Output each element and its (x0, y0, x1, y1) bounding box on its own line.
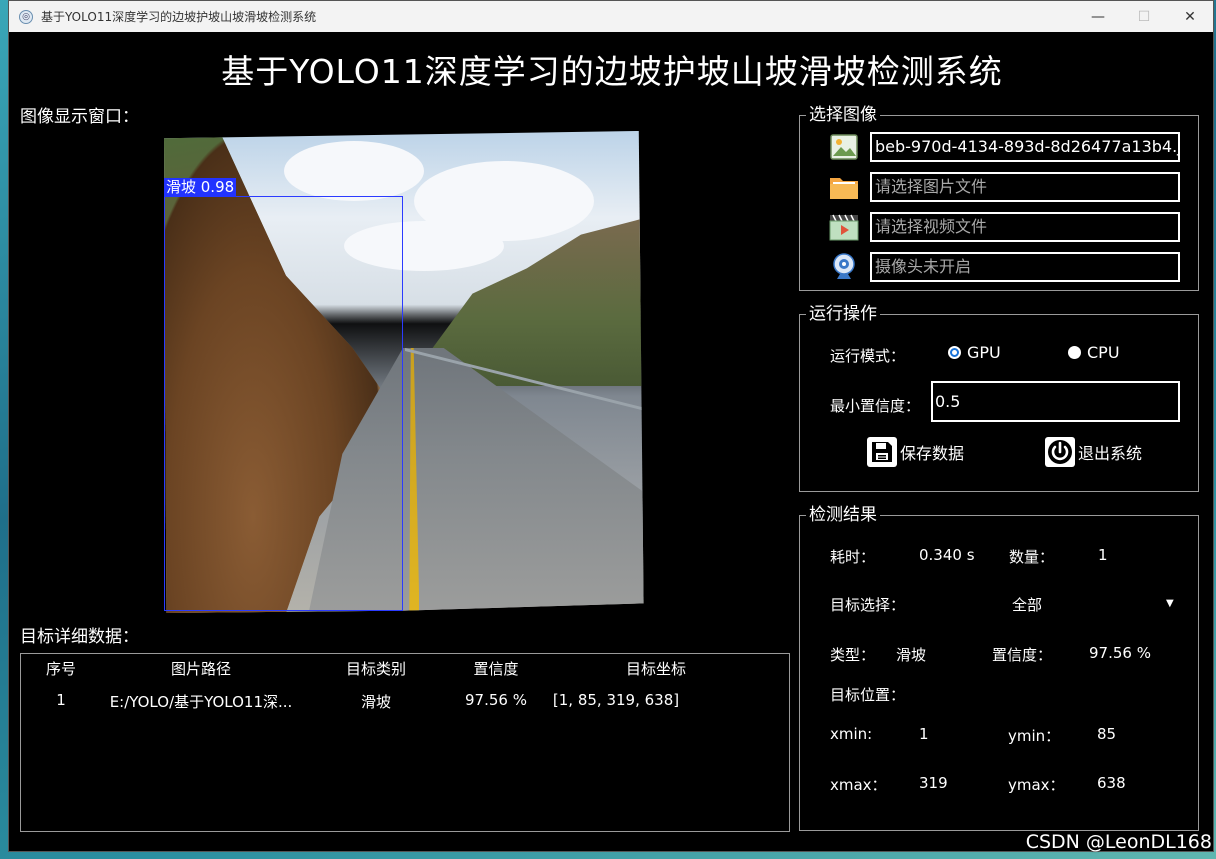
select-image-title: 选择图像 (806, 105, 880, 125)
exit-system-label: 退出系统 (1078, 444, 1143, 463)
type-value: 滑坡 (896, 646, 927, 664)
results-table[interactable]: 序号 图片路径 目标类别 置信度 目标坐标 1 E:/YOLO/基于YOLO11… (20, 653, 790, 832)
gpu-radio-label: GPU (967, 343, 1001, 362)
window-title: 基于YOLO11深度学习的边坡护坡山坡滑坡检测系统 (41, 10, 317, 24)
close-button[interactable]: ✕ (1167, 1, 1213, 32)
ymax-value: 638 (1097, 774, 1126, 792)
table-header-coords: 目标坐标 (625, 660, 686, 678)
xmax-value: 319 (919, 774, 948, 792)
detection-results-title: 检测结果 (806, 505, 880, 525)
image-file-field[interactable]: beb-970d-4134-893d-8d26477a13b4.jpg (870, 132, 1180, 162)
min-confidence-input[interactable]: 0.5 (931, 381, 1180, 422)
camera-field[interactable]: 摄像头未开启 (870, 252, 1180, 282)
image-display: 滑坡 0.98 (164, 131, 646, 613)
target-detail-label: 目标详细数据： (20, 627, 139, 647)
target-select-label: 目标选择： (830, 596, 906, 614)
radio-unselected-icon (1068, 346, 1081, 359)
target-position-label: 目标位置： (830, 686, 906, 704)
table-cell-index: 1 (56, 691, 66, 709)
detection-results-group: 检测结果 耗时： 0.340 s 数量： 1 目标选择： 全部 ▼ 类型： 滑坡… (799, 505, 1199, 831)
page-title: 基于YOLO11深度学习的边坡护坡山坡滑坡检测系统 (221, 52, 1003, 91)
count-value: 1 (1098, 546, 1108, 564)
xmin-value: 1 (919, 725, 929, 743)
save-data-button[interactable]: 保存数据 (867, 437, 964, 467)
xmax-label: xmax： (830, 776, 887, 794)
cpu-radio[interactable]: CPU (1068, 343, 1120, 362)
target-select-dropdown[interactable]: 全部 ▼ (990, 588, 1190, 616)
save-data-label: 保存数据 (900, 444, 965, 463)
exit-system-button[interactable]: 退出系统 (1045, 437, 1142, 467)
min-confidence-label: 最小置信度： (830, 397, 921, 415)
video-file-field[interactable]: 请选择视频文件 (870, 212, 1180, 242)
confidence-value: 97.56 % (1089, 644, 1151, 662)
table-header-path: 图片路径 (170, 660, 231, 678)
watermark: CSDN @LeonDL168 (1025, 831, 1212, 853)
time-label: 耗时： (830, 548, 876, 566)
confidence-label: 置信度： (992, 646, 1053, 664)
gpu-radio[interactable]: GPU (948, 343, 1001, 362)
ymin-label: ymin： (1008, 727, 1061, 745)
app-window: ◎ 基于YOLO11深度学习的边坡护坡山坡滑坡检测系统 — ☐ ✕ 基于YOLO… (8, 0, 1214, 852)
ymin-value: 85 (1097, 725, 1117, 743)
video-icon[interactable] (828, 212, 860, 242)
table-header-class: 目标类别 (345, 660, 406, 678)
save-icon (867, 437, 897, 467)
type-label: 类型： (830, 646, 876, 664)
count-label: 数量： (1009, 548, 1055, 566)
app-icon: ◎ (19, 9, 33, 24)
table-header-confidence: 置信度 (473, 660, 519, 678)
run-mode-label: 运行模式： (830, 347, 906, 365)
detection-label: 滑坡 0.98 (164, 178, 237, 197)
image-window-label: 图像显示窗口： (20, 107, 139, 127)
table-cell-path: E:/YOLO/基于YOLO11深... (109, 693, 293, 711)
image-icon[interactable] (828, 132, 860, 162)
table-header-index: 序号 (45, 660, 76, 678)
table-cell-coords: [1, 85, 319, 638] (552, 691, 680, 709)
power-icon (1045, 437, 1075, 467)
target-select-value: 全部 (1012, 596, 1043, 614)
maximize-button[interactable]: ☐ (1121, 1, 1167, 32)
select-image-group: 选择图像 beb-970d-4134-893d-8d26477a13b4.jpg… (799, 105, 1199, 291)
title-bar: ◎ 基于YOLO11深度学习的边坡护坡山坡滑坡检测系统 — ☐ ✕ (9, 1, 1213, 32)
folder-icon[interactable] (828, 172, 860, 202)
run-operations-title: 运行操作 (806, 304, 880, 324)
radio-selected-icon (948, 346, 961, 359)
image-folder-field[interactable]: 请选择图片文件 (870, 172, 1180, 202)
run-operations-group: 运行操作 运行模式： GPU CPU 最小置信度： 0.5 保存数据 退出系统 (799, 304, 1199, 492)
minimize-button[interactable]: — (1075, 1, 1121, 32)
chevron-down-icon: ▼ (1166, 598, 1174, 609)
time-value: 0.340 s (919, 546, 975, 564)
ymax-label: ymax： (1008, 776, 1065, 794)
window-controls: — ☐ ✕ (1075, 1, 1213, 32)
xmin-label: xmin: (830, 725, 873, 743)
detection-bbox (164, 196, 403, 611)
table-cell-confidence: 97.56 % (465, 691, 527, 709)
table-cell-class: 滑坡 (360, 693, 391, 711)
cpu-radio-label: CPU (1087, 343, 1120, 362)
camera-icon[interactable] (828, 252, 860, 282)
